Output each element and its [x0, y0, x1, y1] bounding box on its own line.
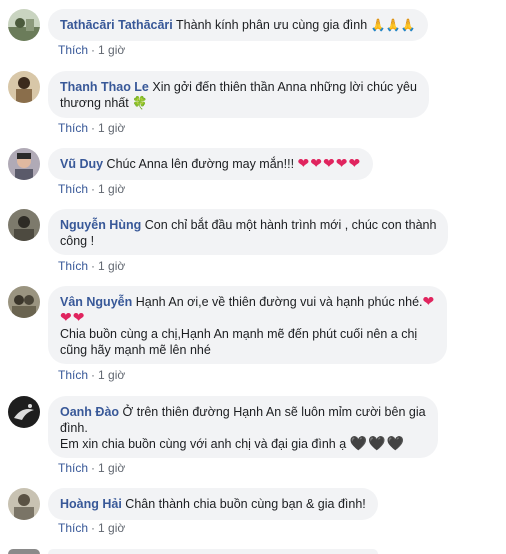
- commenter-name[interactable]: Hoàng Hải: [60, 497, 122, 511]
- comment-bubble: Nguyễn Hùng Con chỉ bắt đầu một hành trì…: [48, 209, 449, 255]
- comment-meta: Thích · 1 giờ: [58, 121, 126, 135]
- comment-bubble: Oanh Đào Ở trên thiên đường Hạnh An sẽ l…: [48, 396, 438, 458]
- like-link[interactable]: Thích: [58, 121, 88, 135]
- like-link[interactable]: Thích: [58, 461, 88, 475]
- like-link[interactable]: Thích: [58, 259, 88, 273]
- avatar[interactable]: [8, 488, 40, 520]
- timestamp[interactable]: 1 giờ: [98, 521, 125, 535]
- next-comment-edge: [8, 549, 40, 554]
- comment-text-continued: công !: [60, 234, 95, 248]
- comment-text-continued: thương nhất: [60, 96, 129, 110]
- comment-bubble: Tathācāri Tathācāri Thành kính phân ưu c…: [48, 9, 428, 41]
- like-link[interactable]: Thích: [58, 521, 88, 535]
- comment-text-continued: đình.: [60, 421, 88, 435]
- comment-bubble: Hoàng Hải Chân thành chia buồn cùng bạn …: [48, 488, 378, 520]
- comment-meta: Thích · 1 giờ: [58, 461, 126, 475]
- comment-text: Hạnh An ơi,e về thiên đường vui và hạnh …: [135, 295, 423, 309]
- comment-text: Xin gởi đến thiên thần Anna những lời ch…: [152, 80, 417, 94]
- avatar[interactable]: [8, 148, 40, 180]
- black-heart-emoji-icon: 🖤🖤🖤: [349, 436, 405, 452]
- avatar[interactable]: [8, 286, 40, 318]
- timestamp[interactable]: 1 giờ: [98, 182, 125, 196]
- comment-text-continued: cũng hãy mạnh mẽ lên nhé: [60, 343, 211, 357]
- comment-meta: Thích · 1 giờ: [58, 368, 126, 382]
- comment-text: Thành kính phân ưu cùng gia đình: [176, 18, 368, 32]
- commenter-name[interactable]: Nguyễn Hùng: [60, 218, 141, 232]
- like-link[interactable]: Thích: [58, 43, 88, 57]
- comment-meta: Thích · 1 giờ: [58, 259, 126, 273]
- timestamp[interactable]: 1 giờ: [98, 121, 125, 135]
- commenter-name[interactable]: Vân Nguyễn: [60, 295, 132, 309]
- like-link[interactable]: Thích: [58, 182, 88, 196]
- heart-emoji-icon: ❤: [422, 294, 436, 310]
- comment-text: Ở trên thiên đường Hạnh An sẽ luôn mỉm c…: [122, 405, 426, 419]
- clover-emoji-icon: 🍀: [132, 95, 148, 110]
- comment-text: Chúc Anna lên đường may mắn!!!: [106, 157, 295, 171]
- timestamp[interactable]: 1 giờ: [98, 43, 125, 57]
- avatar[interactable]: [8, 71, 40, 103]
- comment-text: Chân thành chia buồn cùng bạn & gia đình…: [125, 497, 366, 511]
- comment-meta: Thích · 1 giờ: [58, 43, 126, 57]
- commenter-name[interactable]: Oanh Đào: [60, 405, 119, 419]
- avatar[interactable]: [8, 209, 40, 241]
- comment-bubble: Thanh Thao Le Xin gởi đến thiên thần Ann…: [48, 71, 429, 118]
- commenter-name[interactable]: Vũ Duy: [60, 157, 103, 171]
- comment-bubble: Vân Nguyễn Hạnh An ơi,e về thiên đường v…: [48, 286, 448, 364]
- avatar[interactable]: [8, 396, 40, 428]
- comment-meta: Thích · 1 giờ: [58, 182, 126, 196]
- avatar[interactable]: [8, 9, 40, 41]
- next-comment-bubble-edge: [48, 549, 378, 554]
- heart-emoji-icon: ❤❤: [60, 310, 86, 326]
- comment-bubble: Vũ Duy Chúc Anna lên đường may mắn!!! ❤❤…: [48, 148, 374, 180]
- heart-emoji-icon: ❤❤❤❤❤: [297, 156, 362, 172]
- commenter-name[interactable]: Thanh Thao Le: [60, 80, 149, 94]
- comment-text: Con chỉ bắt đầu một hành trình mới , chú…: [144, 218, 437, 232]
- commenter-name[interactable]: Tathācāri Tathācāri: [60, 18, 173, 32]
- timestamp[interactable]: 1 giờ: [98, 368, 125, 382]
- comment-meta: Thích · 1 giờ: [58, 521, 126, 535]
- comment-text-continued: Em xin chia buồn cùng với anh chị và đại…: [60, 437, 347, 451]
- timestamp[interactable]: 1 giờ: [98, 259, 125, 273]
- like-link[interactable]: Thích: [58, 368, 88, 382]
- comment-text-continued: Chia buồn cùng a chị,Hạnh An mạnh mẽ đến…: [60, 327, 418, 341]
- timestamp[interactable]: 1 giờ: [98, 461, 125, 475]
- pray-emoji-icon: 🙏🙏🙏: [370, 18, 416, 32]
